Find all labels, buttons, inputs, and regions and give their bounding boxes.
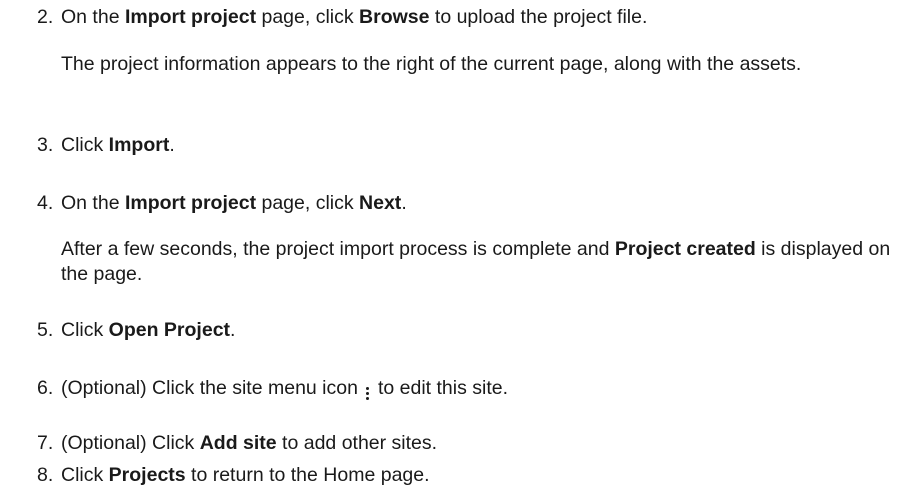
ui-term-next: Next: [359, 192, 402, 214]
ui-term-projects: Projects: [108, 464, 186, 486]
step-number: 4.: [37, 192, 54, 214]
kebab-menu-icon: [362, 387, 374, 400]
step-6: 6. (Optional) Click the site menu icon to …: [37, 377, 509, 400]
step-8: 8. Click Projects to return to the Home p…: [37, 464, 430, 486]
ui-term-open-project: Open Project: [108, 319, 231, 341]
step-5: 5. Click Open Project.: [37, 319, 236, 341]
ui-term-import-project: Import project: [124, 192, 257, 214]
ui-term-add-site: Add site: [199, 432, 277, 454]
ui-term-import-project: Import project: [124, 6, 257, 28]
step-2-note: The project information appears to the r…: [61, 53, 802, 75]
step-number: 3.: [37, 134, 54, 156]
step-2: 2. On the Import project page, click Brow…: [37, 6, 648, 28]
step-number: 5.: [37, 319, 54, 341]
ui-term-import: Import: [108, 134, 170, 156]
step-number: 8.: [37, 464, 54, 486]
step-7: 7. (Optional) Click Add site to add other…: [37, 432, 438, 454]
step-number: 2.: [37, 6, 54, 28]
step-number: 6.: [37, 377, 54, 399]
document-page: 2. On the Import project page, click Brow…: [0, 0, 921, 488]
ui-term-project-created: Project created: [614, 238, 756, 260]
step-3: 3. Click Import.: [37, 134, 175, 156]
step-4-note: After a few seconds, the project import …: [61, 238, 891, 285]
step-4: 4. On the Import project page, click Next…: [37, 192, 407, 214]
ui-term-browse: Browse: [359, 6, 430, 28]
step-number: 7.: [37, 432, 54, 454]
